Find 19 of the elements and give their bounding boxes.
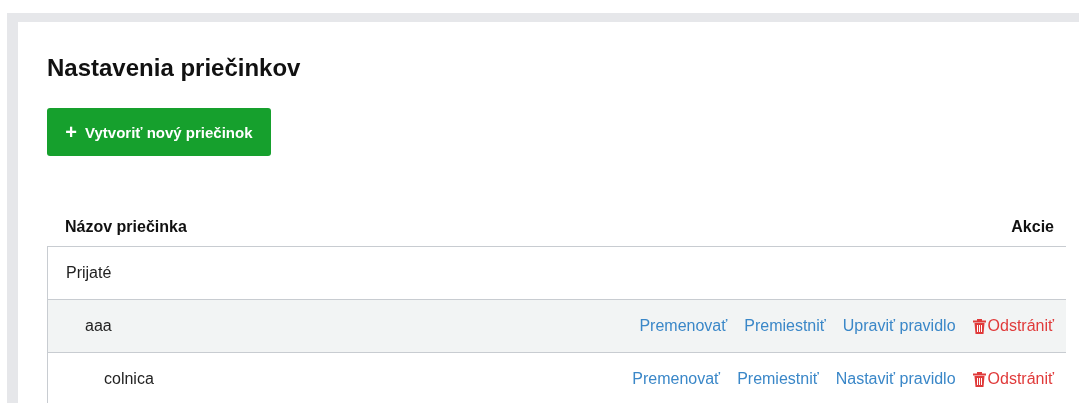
column-header: Názov priečinka xyxy=(65,218,187,236)
action-link[interactable]: Nastaviť pravidlo xyxy=(835,370,956,388)
action-link[interactable]: Premenovať xyxy=(632,370,721,388)
page-title: Nastavenia priečinkov xyxy=(47,53,302,82)
delete-link[interactable]: Odstrániť xyxy=(972,317,1054,335)
column-header: Akcie xyxy=(1011,218,1054,236)
folder-name: Prijaté xyxy=(65,264,112,282)
folder-name: aaa xyxy=(84,317,112,335)
action-link[interactable]: Upraviť pravidlo xyxy=(842,317,956,335)
action-link[interactable]: Premiestniť xyxy=(744,317,826,335)
action-link[interactable]: Premenovať xyxy=(639,317,728,335)
folder-name: colnica xyxy=(103,370,154,388)
trash-icon xyxy=(972,371,986,387)
folder-row[interactable]: aaa Premenovať Premiestniť Upraviť pravidlo Odstrániť xyxy=(47,299,1066,352)
trash-icon xyxy=(972,318,986,334)
delete-link[interactable]: Odstrániť xyxy=(972,370,1054,388)
create-folder-button[interactable]: + Vytvoriť nový priečinok xyxy=(47,108,271,156)
action-link[interactable]: Premiestniť xyxy=(737,370,819,388)
folder-row[interactable]: colnica Premenovať Premiestniť Nastaviť pravidlo Odstrániť xyxy=(47,352,1066,403)
